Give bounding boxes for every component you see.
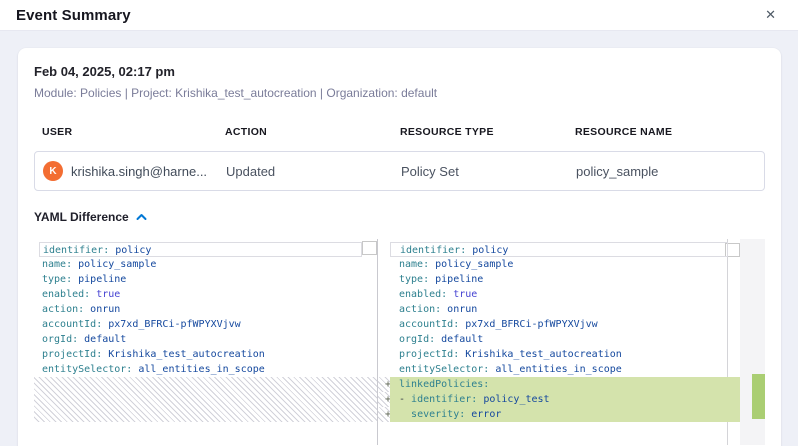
user-email: krishika.singh@harne... (71, 164, 207, 179)
yaml-line: accountId: px7xd_BFRCi-pfWPYXVjvw (390, 317, 740, 332)
yaml-line: accountId: px7xd_BFRCi-pfWPYXVjvw (34, 317, 377, 332)
yaml-line: severity: error (390, 407, 740, 422)
event-summary-card: Feb 04, 2025, 02:17 pm Module: Policies … (18, 48, 781, 446)
action-cell: Updated (226, 164, 401, 179)
user-cell: K krishika.singh@harne... (43, 161, 226, 181)
gutter-row (378, 332, 390, 347)
yaml-line: orgId: default (34, 332, 377, 347)
missing-lines-placeholder (34, 377, 377, 422)
close-icon[interactable]: ✕ (759, 7, 782, 24)
column-action: ACTION (225, 126, 400, 138)
yaml-line: enabled: true (34, 287, 377, 302)
yaml-line: name: policy_sample (34, 257, 377, 272)
yaml-line: orgId: default (390, 332, 740, 347)
yaml-line: - identifier: policy_test (390, 392, 740, 407)
yaml-line: entitySelector: all_entities_in_scope (34, 362, 377, 377)
page-title: Event Summary (16, 7, 131, 24)
diff-gutter: +++ (378, 239, 390, 445)
audit-table-header: USER ACTION RESOURCE TYPE RESOURCE NAME (34, 126, 765, 138)
event-scope: Module: Policies | Project: Krishika_tes… (34, 86, 765, 100)
gutter-row (378, 257, 390, 272)
column-user: USER (42, 126, 225, 138)
chevron-up-icon (136, 213, 147, 221)
yaml-line: action: onrun (390, 302, 740, 317)
yaml-line: projectId: Krishika_test_autocreation (390, 347, 740, 362)
modal-body: Feb 04, 2025, 02:17 pm Module: Policies … (0, 31, 798, 446)
modal-header: Event Summary ✕ (0, 0, 798, 31)
yaml-line: enabled: true (390, 287, 740, 302)
yaml-difference-label: YAML Difference (34, 210, 129, 224)
yaml-line: type: pipeline (34, 272, 377, 287)
column-resource-name: RESOURCE NAME (575, 126, 765, 138)
diff-pane-modified[interactable]: identifier: policyname: policy_sampletyp… (390, 239, 740, 445)
added-line-marker: + (378, 392, 390, 407)
yaml-line: identifier: policy (39, 242, 362, 257)
gutter-row (378, 317, 390, 332)
yaml-line: linkedPolicies: (390, 377, 740, 392)
gutter-row (378, 287, 390, 302)
gutter-row (378, 347, 390, 362)
yaml-diff-editor: identifier: policyname: policy_sampletyp… (34, 239, 765, 445)
yaml-difference-toggle[interactable]: YAML Difference (34, 210, 147, 224)
table-row: K krishika.singh@harne... Updated Policy… (34, 151, 765, 191)
added-line-marker: + (378, 377, 390, 392)
resource-name-cell: policy_sample (576, 164, 764, 179)
scrollbar-slider[interactable] (362, 241, 377, 255)
added-lines-marker (752, 374, 765, 419)
yaml-line: projectId: Krishika_test_autocreation (34, 347, 377, 362)
yaml-line: identifier: policy (390, 242, 728, 257)
added-line-marker: + (378, 407, 390, 422)
resource-type-cell: Policy Set (401, 164, 576, 179)
event-timestamp: Feb 04, 2025, 02:17 pm (34, 64, 765, 79)
avatar: K (43, 161, 63, 181)
yaml-line: entitySelector: all_entities_in_scope (390, 362, 740, 377)
diff-overview-ruler[interactable] (740, 239, 765, 445)
gutter-row (378, 242, 390, 257)
gutter-row (378, 362, 390, 377)
yaml-line: name: policy_sample (390, 257, 740, 272)
column-resource-type: RESOURCE TYPE (400, 126, 575, 138)
yaml-line: type: pipeline (390, 272, 740, 287)
gutter-row (378, 272, 390, 287)
yaml-line: action: onrun (34, 302, 377, 317)
gutter-row (378, 302, 390, 317)
diff-pane-original[interactable]: identifier: policyname: policy_sampletyp… (34, 239, 377, 445)
